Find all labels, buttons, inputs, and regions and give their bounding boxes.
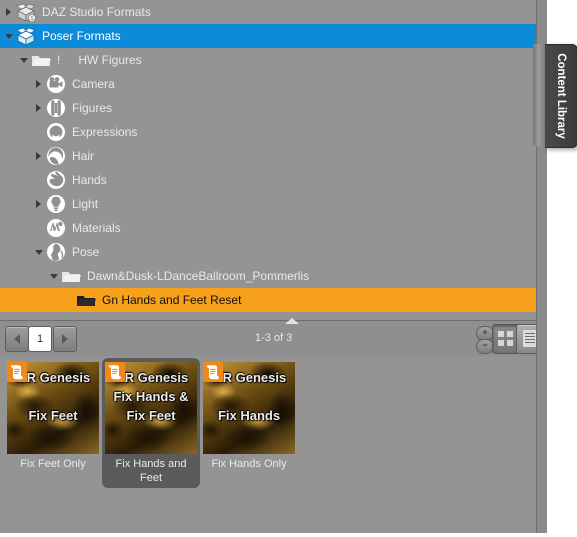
dock-tab-content-library[interactable]: Content Library (545, 44, 577, 148)
script-badge-icon (203, 362, 223, 382)
thumbnail-caption: Fix Hands and Feet (115, 458, 187, 484)
thumbnail-item[interactable]: MR Genesis Fix Feet Fix Feet Only (4, 358, 102, 474)
tree-arrow-placeholder (32, 168, 45, 192)
thumbnail-overlay-line: Fix Feet (126, 408, 176, 423)
page-number-input[interactable]: 1 (28, 326, 52, 352)
tree-item-poser-formats[interactable]: Poser Formats (0, 24, 536, 48)
panel-body: S DAZ Studio Formats Poser Formats! HW Figu… (0, 0, 546, 533)
dock-tab-label: Content Library (555, 53, 567, 139)
chevron-down-icon[interactable] (2, 24, 15, 48)
hair-icon (45, 145, 67, 167)
arrow-right-icon (62, 334, 68, 344)
tree-item-expressions[interactable]: Expressions (0, 120, 536, 144)
materials-icon (45, 217, 67, 239)
tree-item-hands[interactable]: Hands (0, 168, 536, 192)
thumbnail-caption: Fix Hands Only (211, 458, 287, 470)
script-badge-icon (105, 362, 125, 382)
chevron-down-icon[interactable] (17, 48, 30, 72)
next-page-button[interactable] (53, 326, 77, 352)
tree-item-label: Poser Formats (42, 29, 121, 43)
tree-item-label: DAZ Studio Formats (42, 5, 151, 19)
tree-item-camera[interactable]: Camera (0, 72, 536, 96)
chevron-right-icon[interactable] (32, 192, 45, 216)
folder-dark-icon (75, 289, 97, 311)
tree-item-pose[interactable]: Pose (0, 240, 536, 264)
thumbnail-caption: Fix Feet Only (20, 458, 86, 470)
script-badge-icon (7, 362, 27, 382)
list-view-icon (523, 330, 537, 347)
tree-item-daz-studio-formats[interactable]: S DAZ Studio Formats (0, 0, 536, 24)
tree-item-prefix: ! (57, 53, 61, 67)
thumbnail-item[interactable]: MR Genesis Fix Hands & Fix Feet Fix Hands a… (102, 358, 200, 488)
tree-item-figures[interactable]: Figures (0, 96, 536, 120)
light-bulb-icon (45, 193, 67, 215)
tree-item-light[interactable]: Light (0, 192, 536, 216)
camera-icon (45, 73, 67, 95)
tree-item-label: Gn Hands and Feet Reset (102, 293, 242, 307)
tree-item-label: Light (72, 197, 99, 211)
chevron-down-icon[interactable] (47, 264, 60, 288)
thumbnail-image[interactable]: MR Genesis Fix Hands & Fix Feet (105, 362, 197, 454)
tree-item-label: Figures (72, 101, 113, 115)
tree-item-dawn-dusk-ldanceballroom-pommerlis[interactable]: Dawn&Dusk-LDanceBallroom_Pommerlis (0, 264, 536, 288)
chevron-right-icon[interactable] (2, 0, 15, 24)
tree-item-label: Materials (72, 221, 121, 235)
pager-toolbar: 1 1-3 of 3 + − (0, 320, 544, 357)
chevron-right-icon[interactable] (32, 144, 45, 168)
tree-item-label: Pose (72, 245, 100, 259)
arrow-left-icon (14, 334, 20, 344)
chevron-right-icon[interactable] (32, 96, 45, 120)
thumbnail-overlay-line: Fix Hands & (113, 389, 189, 404)
result-range-label: 1-3 of 3 (255, 332, 293, 344)
tree-arrow-placeholder (62, 288, 75, 312)
tree-item-label: Camera (72, 77, 115, 91)
folder-icon (60, 265, 82, 287)
chevron-down-icon[interactable] (32, 240, 45, 264)
thumbnail-grid[interactable]: MR Genesis Fix Feet Fix Feet Only MR Genes… (0, 356, 546, 533)
tree-item-hair[interactable]: Hair (0, 144, 536, 168)
expression-icon (45, 121, 67, 143)
thumbnail-item[interactable]: MR Genesis Fix Hands Fix Hands Only (200, 358, 298, 474)
chevron-right-icon[interactable] (32, 72, 45, 96)
content-tree[interactable]: S DAZ Studio Formats Poser Formats! HW Figu… (0, 0, 536, 317)
thumbnail-image[interactable]: MR Genesis Fix Feet (7, 362, 99, 454)
hand-icon (45, 169, 67, 191)
tree-item-materials[interactable]: Materials (0, 216, 536, 240)
thumbnail-overlay-line (203, 387, 295, 406)
tree-item-label: HW Figures (78, 53, 142, 67)
thumbnail-overlay-line (7, 387, 99, 406)
grid-view-icon (498, 331, 513, 346)
thumbnail-image[interactable]: MR Genesis Fix Hands (203, 362, 295, 454)
tree-arrow-placeholder (32, 216, 45, 240)
figure-icon (45, 97, 67, 119)
tree-arrow-placeholder (32, 120, 45, 144)
tree-item-label: Hair (72, 149, 95, 163)
tree-item-gn-hands-and-feet-reset[interactable]: Gn Hands and Feet Reset (0, 288, 536, 312)
content-library-panel: S DAZ Studio Formats Poser Formats! HW Figu… (0, 0, 577, 537)
open-box-blue-icon (15, 25, 37, 47)
pose-icon (45, 241, 67, 263)
splitter-grip[interactable] (285, 318, 299, 324)
open-box-icon: S (15, 1, 37, 23)
tree-item-label: Dawn&Dusk-LDanceBallroom_Pommerlis (87, 269, 310, 283)
tree-item-hw-figures[interactable]: ! HW Figures (0, 48, 536, 72)
thumbnail-overlay-line: Fix Feet (28, 408, 78, 423)
previous-page-button[interactable] (5, 326, 29, 352)
thumbnail-overlay-line: Fix Hands (217, 408, 281, 423)
folder-icon (30, 49, 52, 71)
tree-item-label: Expressions (72, 125, 138, 139)
tree-item-label: Hands (72, 173, 107, 187)
